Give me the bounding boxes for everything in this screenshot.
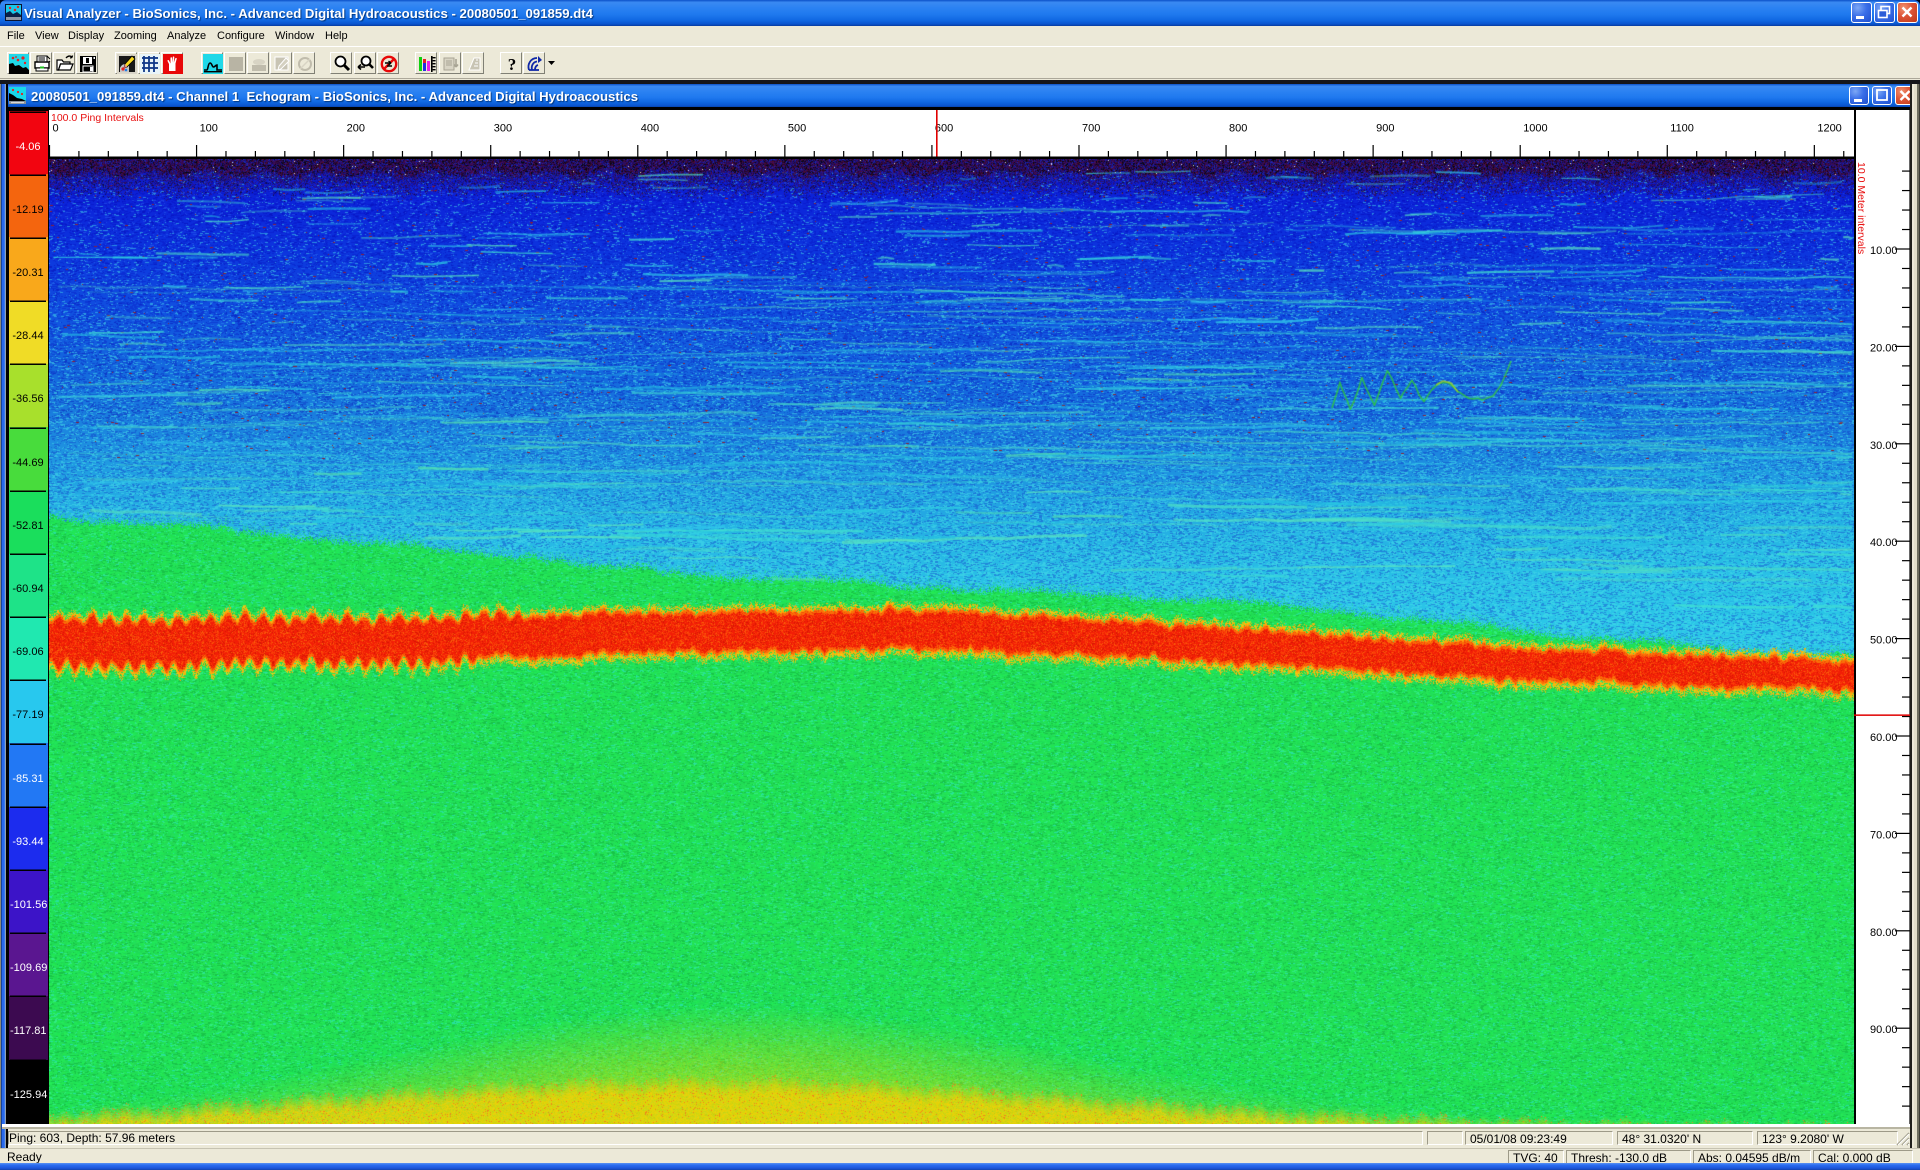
svg-text:10.0 Meter intervals: 10.0 Meter intervals	[1855, 162, 1867, 254]
svg-text:100.0 Ping Intervals: 100.0 Ping Intervals	[51, 112, 144, 124]
svg-text:800: 800	[1229, 123, 1247, 135]
svg-text:500: 500	[788, 123, 806, 135]
svg-text:100: 100	[200, 123, 218, 135]
svg-text:50.00: 50.00	[1870, 635, 1898, 647]
svg-text:?: ?	[508, 55, 517, 74]
svg-text:80.00: 80.00	[1870, 927, 1898, 939]
svg-text:1000: 1000	[1523, 123, 1547, 135]
svg-text:200: 200	[347, 123, 365, 135]
svg-text:700: 700	[1082, 123, 1100, 135]
svg-text:900: 900	[1376, 123, 1394, 135]
svg-text:60.00: 60.00	[1870, 732, 1898, 744]
svg-text:70.00: 70.00	[1870, 829, 1898, 841]
svg-text:20.00: 20.00	[1870, 342, 1898, 354]
svg-text:90.00: 90.00	[1870, 1024, 1898, 1036]
svg-text:400: 400	[641, 123, 659, 135]
svg-text:40.00: 40.00	[1870, 537, 1898, 549]
svg-text:600: 600	[935, 123, 953, 135]
svg-text:1100: 1100	[1670, 123, 1694, 135]
svg-text:300: 300	[494, 123, 512, 135]
svg-text:30.00: 30.00	[1870, 440, 1898, 452]
svg-text:0: 0	[53, 123, 59, 135]
svg-text:1200: 1200	[1817, 123, 1841, 135]
svg-text:10.00: 10.00	[1870, 245, 1898, 257]
